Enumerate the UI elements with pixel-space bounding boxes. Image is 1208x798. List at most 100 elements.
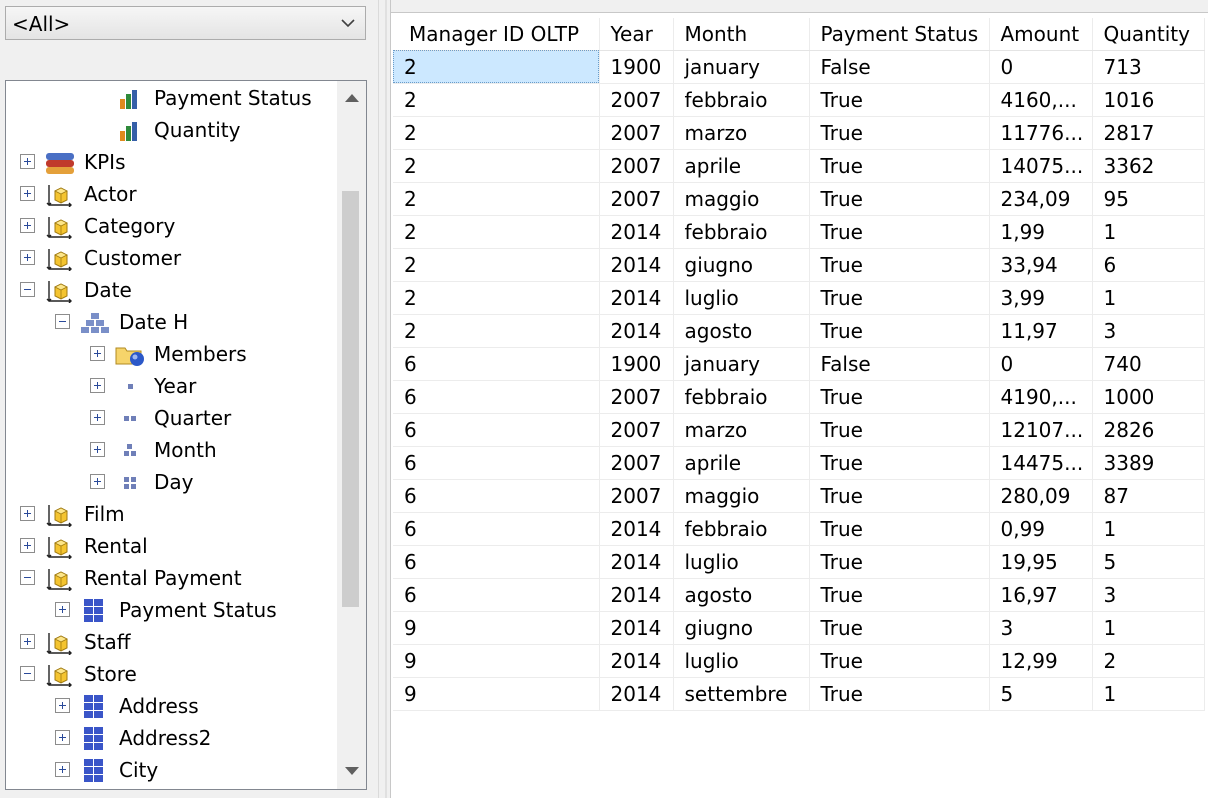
- table-cell[interactable]: 6: [393, 479, 600, 513]
- table-cell[interactable]: 234,09: [989, 182, 1093, 216]
- table-cell[interactable]: 1: [1092, 215, 1205, 249]
- table-cell[interactable]: 2014: [599, 545, 674, 579]
- table-cell[interactable]: 2: [1092, 644, 1205, 678]
- table-cell[interactable]: 3362: [1092, 149, 1205, 183]
- table-cell[interactable]: 1000: [1092, 380, 1205, 414]
- table-cell[interactable]: 2014: [599, 314, 674, 348]
- column-header-manager-id-oltp[interactable]: Manager ID OLTP: [393, 18, 600, 51]
- table-cell[interactable]: True: [809, 380, 990, 414]
- table-cell[interactable]: 2: [393, 149, 600, 183]
- table-row[interactable]: 9 2014 luglio True 12,99 2: [393, 644, 1205, 678]
- table-cell[interactable]: True: [809, 512, 990, 546]
- expand-plus-icon[interactable]: [20, 250, 35, 265]
- table-row[interactable]: 2 2007 febbraio True 4160,... 1016: [393, 83, 1205, 117]
- table-cell[interactable]: january: [673, 347, 810, 381]
- expand-plus-icon[interactable]: [55, 730, 70, 745]
- table-cell[interactable]: 2014: [599, 644, 674, 678]
- table-cell[interactable]: True: [809, 116, 990, 150]
- table-cell[interactable]: True: [809, 446, 990, 480]
- table-cell[interactable]: 2014: [599, 248, 674, 282]
- table-row[interactable]: 9 2014 settembre True 5 1: [393, 677, 1205, 711]
- table-cell[interactable]: 1900: [599, 347, 674, 381]
- table-cell[interactable]: True: [809, 611, 990, 645]
- table-cell[interactable]: 9: [393, 644, 600, 678]
- table-cell[interactable]: True: [809, 314, 990, 348]
- table-cell[interactable]: settembre: [673, 677, 810, 711]
- table-cell[interactable]: 14475...: [989, 446, 1093, 480]
- table-cell[interactable]: 2007: [599, 149, 674, 183]
- table-cell[interactable]: 2: [393, 314, 600, 348]
- table-cell[interactable]: False: [809, 50, 990, 84]
- table-cell[interactable]: 2007: [599, 479, 674, 513]
- expand-plus-icon[interactable]: [55, 602, 70, 617]
- table-cell[interactable]: 2: [393, 215, 600, 249]
- table-cell[interactable]: 6: [1092, 248, 1205, 282]
- table-cell[interactable]: 3: [1092, 314, 1205, 348]
- table-row[interactable]: 6 2014 agosto True 16,97 3: [393, 578, 1205, 612]
- table-row[interactable]: 2 2014 agosto True 11,97 3: [393, 314, 1205, 348]
- table-cell[interactable]: 2: [393, 281, 600, 315]
- table-cell[interactable]: 16,97: [989, 578, 1093, 612]
- expand-plus-icon[interactable]: [20, 538, 35, 553]
- table-cell[interactable]: 2817: [1092, 116, 1205, 150]
- table-cell[interactable]: 280,09: [989, 479, 1093, 513]
- table-cell[interactable]: febbraio: [673, 380, 810, 414]
- table-cell[interactable]: 14075...: [989, 149, 1093, 183]
- table-cell[interactable]: 2: [393, 182, 600, 216]
- table-cell[interactable]: 2007: [599, 380, 674, 414]
- table-cell[interactable]: 2014: [599, 677, 674, 711]
- table-cell[interactable]: 3,99: [989, 281, 1093, 315]
- table-cell[interactable]: 6: [393, 545, 600, 579]
- table-cell[interactable]: 1900: [599, 50, 674, 84]
- table-cell[interactable]: 87: [1092, 479, 1205, 513]
- scroll-up-arrow-icon[interactable]: [345, 93, 359, 102]
- table-cell[interactable]: 6: [393, 380, 600, 414]
- table-cell[interactable]: 2014: [599, 281, 674, 315]
- table-cell[interactable]: 0: [989, 50, 1093, 84]
- table-cell[interactable]: 0: [989, 347, 1093, 381]
- table-cell[interactable]: 4190,...: [989, 380, 1093, 414]
- expand-plus-icon[interactable]: [90, 474, 105, 489]
- table-cell[interactable]: 2: [393, 116, 600, 150]
- table-cell[interactable]: 12,99: [989, 644, 1093, 678]
- table-cell[interactable]: 6: [393, 512, 600, 546]
- table-cell[interactable]: luglio: [673, 545, 810, 579]
- metadata-tree[interactable]: Payment Status Quantity KPIs Actor Category C…: [5, 80, 367, 790]
- table-cell[interactable]: True: [809, 215, 990, 249]
- table-cell[interactable]: aprile: [673, 446, 810, 480]
- collapse-minus-icon[interactable]: [55, 314, 70, 329]
- table-cell[interactable]: giugno: [673, 611, 810, 645]
- table-cell[interactable]: 2: [393, 248, 600, 282]
- table-row[interactable]: 6 2007 marzo True 12107... 2826: [393, 413, 1205, 447]
- table-cell[interactable]: 6: [393, 347, 600, 381]
- expand-plus-icon[interactable]: [90, 410, 105, 425]
- table-cell[interactable]: True: [809, 644, 990, 678]
- table-cell[interactable]: 2007: [599, 182, 674, 216]
- table-cell[interactable]: 19,95: [989, 545, 1093, 579]
- table-cell[interactable]: 95: [1092, 182, 1205, 216]
- table-row[interactable]: 6 2014 febbraio True 0,99 1: [393, 512, 1205, 546]
- table-cell[interactable]: febbraio: [673, 512, 810, 546]
- table-cell[interactable]: 33,94: [989, 248, 1093, 282]
- scroll-down-arrow-icon[interactable]: [345, 767, 359, 776]
- table-row[interactable]: 6 2014 luglio True 19,95 5: [393, 545, 1205, 579]
- table-cell[interactable]: 2007: [599, 116, 674, 150]
- table-row[interactable]: 9 2014 giugno True 3 1: [393, 611, 1205, 645]
- column-header-month[interactable]: Month: [673, 18, 810, 51]
- table-row[interactable]: 6 2007 maggio True 280,09 87: [393, 479, 1205, 513]
- expand-plus-icon[interactable]: [20, 154, 35, 169]
- table-cell[interactable]: 1: [1092, 677, 1205, 711]
- table-cell[interactable]: febbraio: [673, 83, 810, 117]
- table-cell[interactable]: maggio: [673, 182, 810, 216]
- column-header-quantity[interactable]: Quantity: [1092, 18, 1205, 51]
- table-cell[interactable]: 2: [393, 50, 600, 84]
- table-row[interactable]: 6 1900 january False 0 740: [393, 347, 1205, 381]
- table-cell[interactable]: True: [809, 248, 990, 282]
- table-cell[interactable]: True: [809, 281, 990, 315]
- table-cell[interactable]: january: [673, 50, 810, 84]
- table-cell[interactable]: 12107...: [989, 413, 1093, 447]
- table-cell[interactable]: 4160,...: [989, 83, 1093, 117]
- table-cell[interactable]: agosto: [673, 314, 810, 348]
- table-row[interactable]: 2 2007 maggio True 234,09 95: [393, 182, 1205, 216]
- table-row[interactable]: 2 2014 luglio True 3,99 1: [393, 281, 1205, 315]
